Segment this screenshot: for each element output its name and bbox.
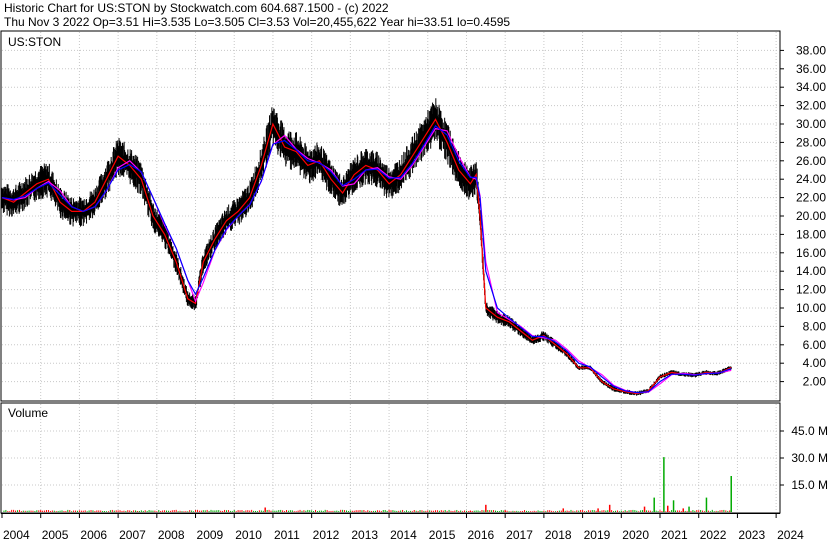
price-y-tick-label: 14.00 (796, 264, 826, 278)
x-tick-label: 2011 (274, 528, 300, 542)
price-y-tick-label: 36.00 (796, 62, 826, 76)
price-y-tick-label: 2.00 (803, 375, 827, 389)
price-y-axis: 2.00 4.00 6.00 8.00 10.00 12.00 14.00 16.00 18.0… (780, 43, 827, 389)
price-y-tick-label: 24.00 (796, 172, 826, 186)
price-y-tick-label: 22.00 (796, 191, 826, 205)
price-y-tick-label: 20.00 (796, 209, 826, 223)
price-y-tick-label: 38.00 (796, 43, 826, 57)
volume-y-tick-label: 45.0 M (791, 424, 828, 438)
price-y-tick-label: 12.00 (796, 283, 826, 297)
price-y-tick-label: 10.00 (796, 301, 826, 315)
x-tick-label: 2005 (42, 528, 69, 542)
x-tick-label: 2009 (197, 528, 224, 542)
price-y-tick-label: 26.00 (796, 154, 826, 168)
x-tick-label: 2012 (313, 528, 340, 542)
x-tick-label: 2023 (738, 528, 765, 542)
price-y-tick-label: 34.00 (796, 80, 826, 94)
price-y-tick-label: 6.00 (803, 338, 827, 352)
price-y-tick-label: 32.00 (796, 99, 826, 113)
price-y-tick-label: 18.00 (796, 227, 826, 241)
x-tick-label: 2007 (119, 528, 146, 542)
volume-y-tick-label: 15.0 M (791, 478, 828, 492)
x-tick-label: 2021 (661, 528, 688, 542)
x-axis: 2004 2005 2006 2007 2008 2009 2010 2011 2012 2013… (1, 513, 804, 542)
symbol-label: US:STON (8, 35, 61, 49)
volume-y-axis: 15.0 M 30.0 M 45.0 M (780, 424, 828, 492)
x-tick-label: 2014 (390, 528, 417, 542)
stock-chart: 2.00 4.00 6.00 8.00 10.00 12.00 14.00 16.00 18.0… (0, 30, 828, 542)
price-y-tick-label: 28.00 (796, 135, 826, 149)
x-tick-label: 2019 (584, 528, 611, 542)
x-tick-label: 2006 (80, 528, 107, 542)
x-tick-label: 2020 (622, 528, 649, 542)
x-tick-label: 2024 (777, 528, 804, 542)
volume-label: Volume (8, 406, 48, 420)
price-y-tick-label: 4.00 (803, 356, 827, 370)
x-tick-label: 2004 (3, 528, 30, 542)
price-y-tick-label: 16.00 (796, 246, 826, 260)
price-y-tick-label: 30.00 (796, 117, 826, 131)
x-tick-label: 2013 (351, 528, 378, 542)
x-tick-label: 2010 (235, 528, 262, 542)
volume-y-tick-label: 30.0 M (791, 451, 828, 465)
price-y-tick-label: 8.00 (803, 319, 827, 333)
x-tick-label: 2008 (158, 528, 185, 542)
x-tick-label: 2015 (429, 528, 456, 542)
x-tick-label: 2022 (700, 528, 727, 542)
x-tick-label: 2017 (506, 528, 533, 542)
x-tick-label: 2018 (545, 528, 572, 542)
x-tick-label: 2016 (467, 528, 494, 542)
